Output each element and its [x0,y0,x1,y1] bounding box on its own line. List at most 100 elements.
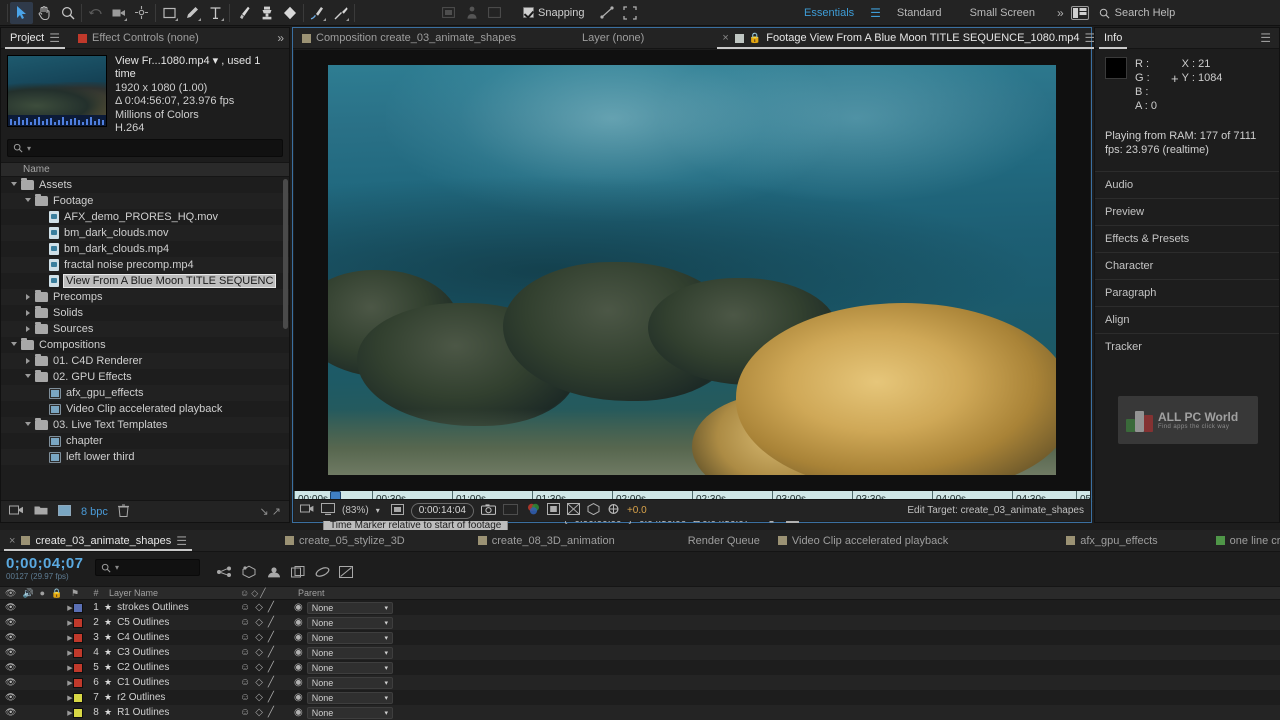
collapse-transformations-icon[interactable]: ☺ [240,647,250,658]
draft-3d-icon[interactable] [241,565,257,581]
parent-select[interactable]: None ▾ [306,706,393,719]
project-tree-item[interactable]: Video Clip accelerated playback [1,401,289,417]
disclosure-open-icon[interactable] [7,341,21,349]
layer-label-color[interactable] [72,602,83,613]
region-of-interest-icon[interactable] [437,2,460,24]
parent-pickwhip-icon[interactable]: ◉ [294,662,303,673]
quality-icon[interactable]: ◇ [255,662,263,673]
interpret-footage-icon[interactable] [9,504,24,519]
parent-pickwhip-icon[interactable]: ◉ [294,647,303,658]
layer-switches[interactable]: ☺ ◇ ╱ [234,647,294,658]
layer-visibility-icon[interactable]: 👁 [5,707,16,718]
layer-parent-cell[interactable]: ◉ None ▾ [294,601,399,614]
asset-name[interactable]: View Fr...1080.mp4 [115,55,210,67]
layer-switches[interactable]: ☺ ◇ ╱ [234,602,294,613]
asset-name-chevron-down-icon[interactable]: ▾ [213,55,219,67]
layer-name-cell[interactable]: ★ r2 Outlines [104,692,234,703]
layer-label-swatch-cell[interactable]: ▶ [62,602,88,613]
search-help[interactable]: Search Help [1089,7,1175,19]
layer-av-switches[interactable]: 👁 [0,647,62,658]
layer-label-color[interactable] [72,647,83,658]
snapping-checkbox[interactable] [523,7,534,18]
project-tree-item[interactable]: afx_gpu_effects [1,385,289,401]
parent-pickwhip-icon[interactable]: ◉ [294,602,303,613]
layer-switches[interactable]: ☺ ◇ ╱ [234,632,294,643]
viewer-viewport[interactable] [294,50,1090,490]
collapsed-panel-preview[interactable]: Preview [1095,198,1279,225]
effects-icon[interactable]: ╱ [268,677,274,688]
parent-select[interactable]: None ▾ [306,661,393,674]
layer-av-switches[interactable]: 👁 [0,602,62,613]
grid-guides-icon[interactable] [483,2,506,24]
timeline-search-input[interactable]: ▾ [95,559,200,576]
layer-switches[interactable]: ☺ ◇ ╱ [234,662,294,673]
orbit-camera-tool[interactable] [107,2,130,24]
puppet-pin-tool[interactable] [329,2,352,24]
layer-list[interactable]: 👁 ▶ 1 ★ strokes Outlines ☺ ◇ ╱ ◉ None ▾ 👁 ▶ 2 ★ C5 Outl… [0,600,1280,720]
project-tree-item[interactable]: left lower third [1,449,289,465]
mask-display-icon[interactable] [546,503,560,518]
workspace-essentials[interactable]: Essentials [790,0,868,26]
tab-footage[interactable]: × 🔒 Footage View From A Blue Moon TITLE … [713,28,1104,49]
timeline-panel-menu-icon[interactable]: ☰ [176,534,187,548]
disclosure-open-icon[interactable] [21,373,35,381]
layer-parent-cell[interactable]: ◉ None ▾ [294,706,399,719]
tab-composition[interactable]: Composition create_03_animate_shapes [293,28,525,49]
viewer-zoom-chevron-down-icon[interactable]: ▾ [376,506,380,515]
project-bit-depth[interactable]: 8 bpc [81,506,108,518]
parent-pickwhip-icon[interactable]: ◉ [294,692,303,703]
project-tree-item[interactable]: Assets [1,177,289,193]
project-tree-item[interactable]: 02. GPU Effects [1,369,289,385]
rotation-tool[interactable] [84,2,107,24]
parent-pickwhip-icon[interactable]: ◉ [294,617,303,628]
layer-switches[interactable]: ☺ ◇ ╱ [234,617,294,628]
collapse-transformations-icon[interactable]: ☺ [240,617,250,628]
layer-av-switches[interactable]: 👁 [0,662,62,673]
layer-visibility-icon[interactable]: 👁 [5,692,16,703]
project-tree-item[interactable]: Sources [1,321,289,337]
layer-label-color[interactable] [72,692,83,703]
disclosure-closed-icon[interactable] [21,310,35,316]
project-tree-item[interactable]: bm_dark_clouds.mov [1,225,289,241]
layer-label-color[interactable] [72,677,83,688]
parent-pickwhip-icon[interactable]: ◉ [294,632,303,643]
timeline-tab[interactable]: create_08_3D_animation [469,530,624,551]
disclosure-closed-icon[interactable] [21,294,35,300]
project-search-input[interactable]: ▾ [7,139,283,157]
tab-effect-controls[interactable]: Effect Controls (none) [69,28,208,49]
channel-rgb-icon[interactable] [527,503,540,518]
delete-icon[interactable] [117,504,129,520]
effects-icon[interactable]: ╱ [268,632,274,643]
layer-row[interactable]: 👁 ▶ 6 ★ C1 Outlines ☺ ◇ ╱ ◉ None ▾ [0,675,1280,690]
brush-tool[interactable] [232,2,255,24]
layer-visibility-icon[interactable]: 👁 [5,677,16,688]
effects-icon[interactable]: ╱ [268,707,274,718]
resize-handle-icon[interactable] [619,2,642,24]
project-tree-item[interactable]: bm_dark_clouds.mp4 [1,241,289,257]
composition-mini-flowchart-icon[interactable] [216,566,232,581]
project-scrollbar[interactable] [283,179,288,329]
transparency-grid-icon[interactable] [566,503,580,518]
project-tree-item[interactable]: chapter [1,433,289,449]
effects-icon[interactable]: ╱ [268,647,274,658]
project-tree-item[interactable]: Precomps [1,289,289,305]
always-preview-icon[interactable] [300,504,314,518]
timeline-tab[interactable]: create_05_stylize_3D [276,530,414,551]
quality-icon[interactable]: ◇ [255,692,263,703]
layer-row[interactable]: 👁 ▶ 8 ★ R1 Outlines ☺ ◇ ╱ ◉ None ▾ [0,705,1280,720]
layer-av-switches[interactable]: 👁 [0,692,62,703]
quality-icon[interactable]: ◇ [255,677,263,688]
layer-name-cell[interactable]: ★ strokes Outlines [104,602,234,613]
layer-label-color[interactable] [72,617,83,628]
parent-select[interactable]: None ▾ [306,646,393,659]
snapping-toggle[interactable]: Snapping [523,7,585,19]
close-icon[interactable]: × [722,32,728,44]
project-tree-item[interactable]: Footage [1,193,289,209]
layer-visibility-icon[interactable]: 👁 [5,662,16,673]
layer-row[interactable]: 👁 ▶ 3 ★ C4 Outlines ☺ ◇ ╱ ◉ None ▾ [0,630,1280,645]
layer-switches[interactable]: ☺ ◇ ╱ [234,692,294,703]
project-tree-item[interactable]: 03. Live Text Templates [1,417,289,433]
exposure-value[interactable]: +0.0 [627,505,647,516]
collapse-transformations-icon[interactable]: ☺ [240,602,250,613]
collapsed-panel-paragraph[interactable]: Paragraph [1095,279,1279,306]
